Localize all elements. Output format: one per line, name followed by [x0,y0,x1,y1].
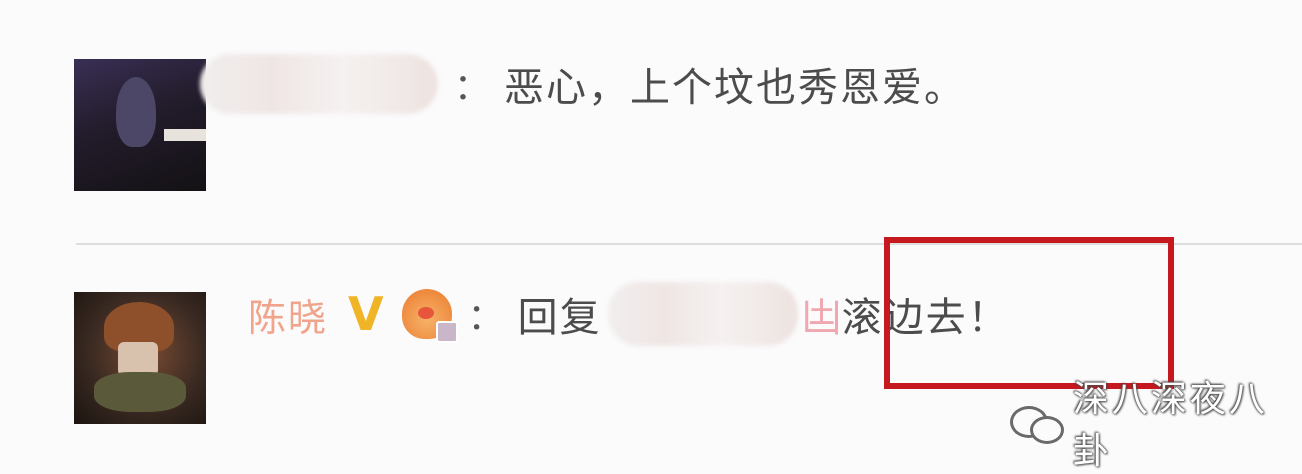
watermark: 深八深夜八卦 [1010,370,1302,474]
comment-line: ： 恶心，上个坟也秀恩爱。 [200,52,966,116]
avatar-face [118,342,158,376]
blurred-reply-target[interactable] [607,282,798,346]
verified-icon: V [348,287,384,341]
avatar[interactable] [74,292,206,424]
comment-text: 恶心，上个坟也秀恩爱。 [504,65,967,111]
avatar-foliage [94,372,186,412]
avatar-detail [164,129,206,141]
reply-prefix: 回复 [517,295,602,341]
comment-1: ： 恶心，上个坟也秀恩爱。 [0,0,1302,243]
wechat-icon [1010,402,1064,444]
crown-jewel [417,307,434,319]
crown-icon[interactable] [401,289,458,343]
avatar[interactable] [74,59,206,191]
watermark-text: 深八深夜八卦 [1072,379,1268,472]
colon: ： [467,297,504,338]
blurred-username[interactable] [200,54,438,114]
emoji-fragment: 凷 [801,295,842,341]
highlight-box [884,237,1174,389]
badge-tag-icon [435,321,458,343]
colon: ： [454,67,491,108]
avatar-figure [116,77,156,147]
username-link[interactable]: 陈晓 [248,287,328,342]
